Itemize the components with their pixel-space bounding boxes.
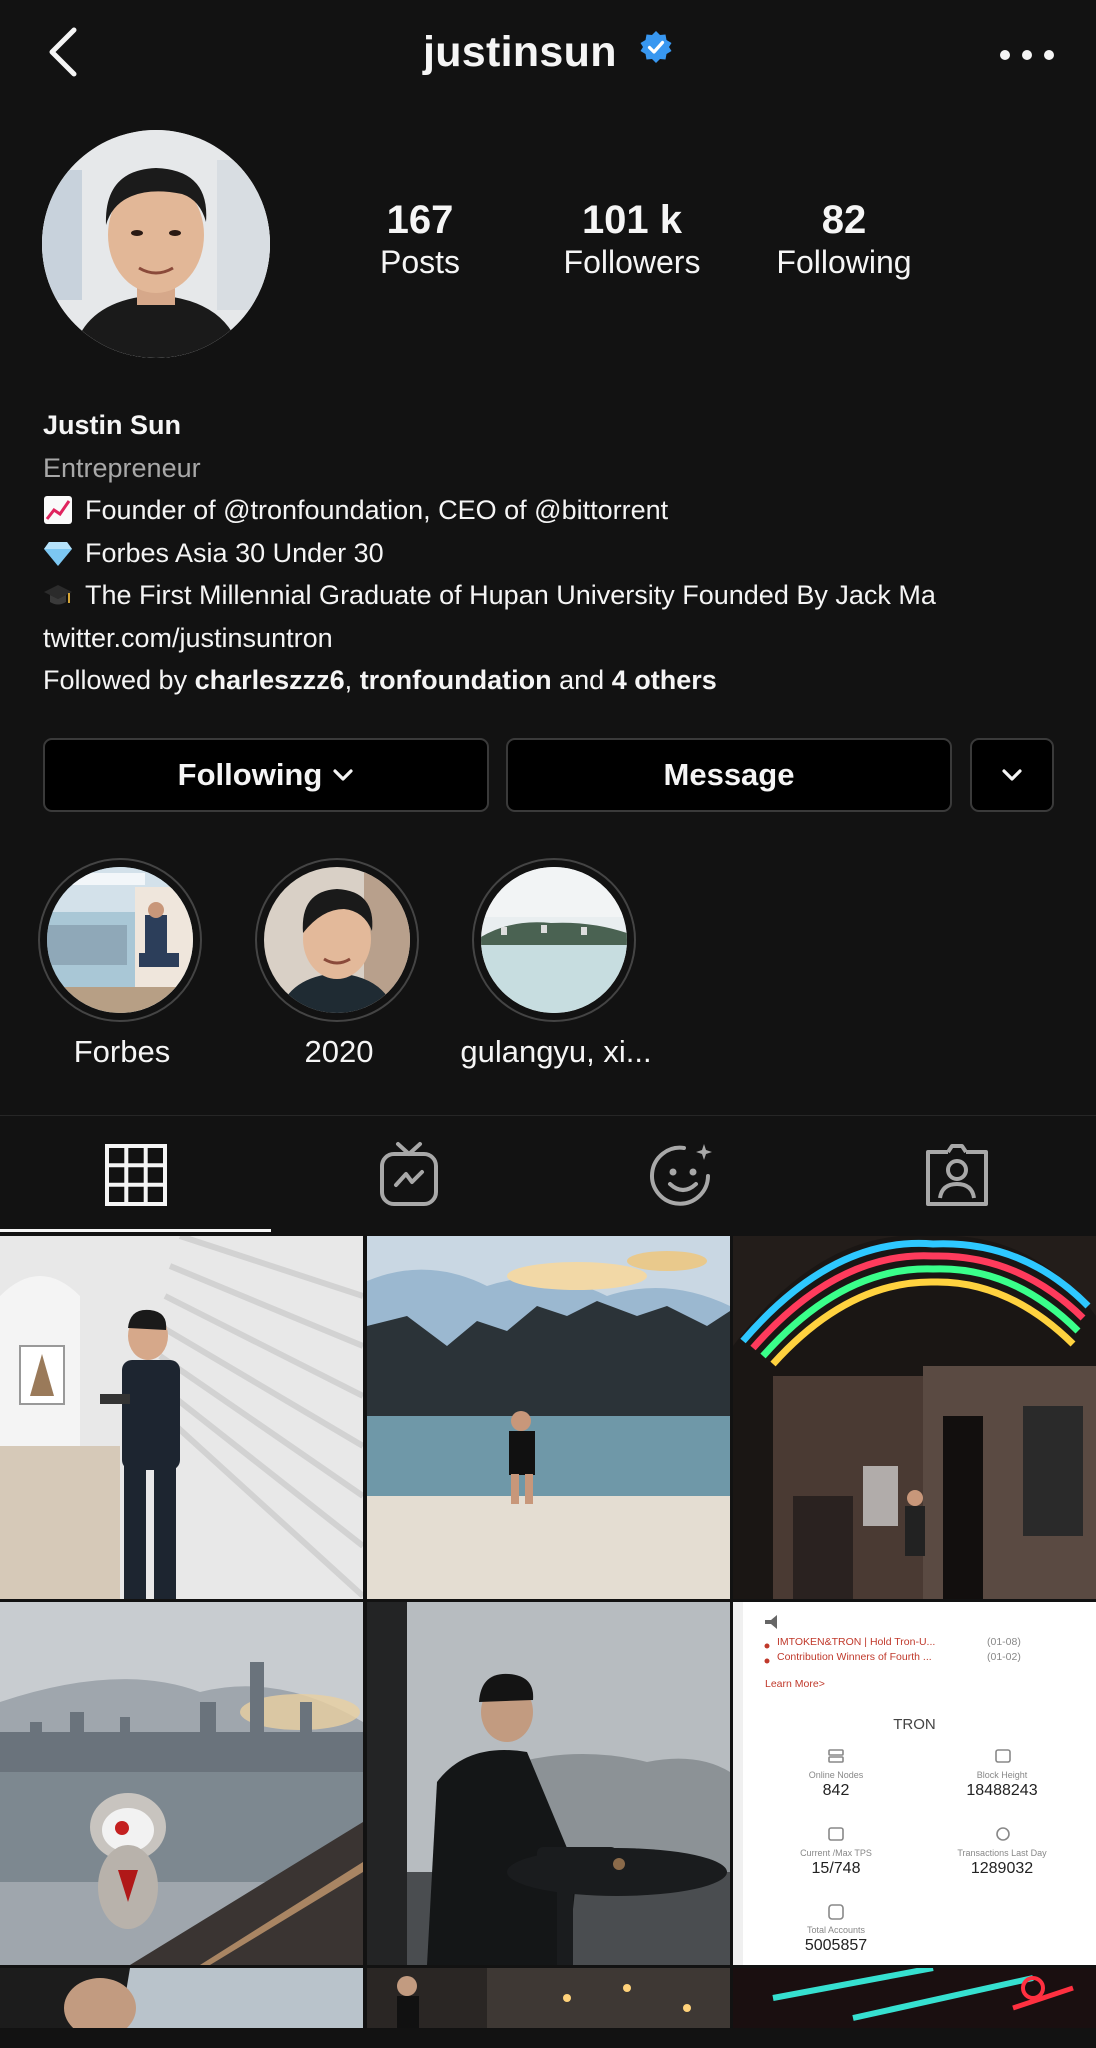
posts-grid: IMTOKEN&TRON | Hold Tron-U... (01-08) Co…: [0, 1236, 1096, 2028]
followed-by-others[interactable]: 4 others: [612, 665, 717, 695]
post-thumbnail[interactable]: [0, 1602, 363, 1965]
message-button[interactable]: Message: [506, 738, 952, 812]
post-thumbnail[interactable]: [366, 1236, 730, 1599]
active-tab-indicator: [0, 1229, 271, 1232]
followers-label: Followers: [563, 244, 701, 280]
tron-stat-label: Transactions Last Day: [957, 1848, 1047, 1858]
tron-stat-value: 842: [822, 1782, 850, 1799]
smiley-sparkle-icon: [650, 1144, 712, 1206]
following-count[interactable]: 82 Following: [764, 198, 924, 282]
bio-line: The First Millennial Graduate of Hupan U…: [43, 574, 1073, 617]
tron-stat-label: Online Nodes: [808, 1770, 864, 1780]
following-value: 82: [821, 198, 867, 242]
highlight-label: gulangyu, xi...: [460, 1034, 652, 1069]
followed-by[interactable]: Followed by charleszzz6, tronfoundation …: [43, 659, 1073, 702]
highlight-cover: [481, 867, 627, 1013]
gem-stone-emoji-icon: [43, 538, 73, 568]
profile-display-name: Justin Sun: [43, 410, 182, 440]
bio-line-text: Forbes Asia 30 Under 30: [85, 537, 384, 568]
post-thumbnail-tron-stats[interactable]: IMTOKEN&TRON | Hold Tron-U... (01-08) Co…: [733, 1602, 1096, 1965]
tab-reels-effects[interactable]: [648, 1140, 718, 1210]
tron-learn-more-link[interactable]: Learn More>: [765, 1678, 825, 1690]
tron-news-date: (01-02): [987, 1651, 1021, 1663]
highlight-item[interactable]: Forbes: [38, 858, 206, 1070]
posts-count[interactable]: 167 Posts: [360, 198, 480, 282]
tron-stat-label: Current /Max TPS: [800, 1848, 872, 1858]
profile-avatar[interactable]: [42, 130, 270, 358]
more-horizontal-icon: [1000, 50, 1010, 60]
profile-username: justinsun: [422, 28, 617, 76]
followers-value: 101 k: [581, 198, 683, 242]
posts-value: 167: [386, 198, 454, 242]
profile-bio: Justin Sun Entrepreneur Founder of @tron…: [43, 404, 1073, 702]
message-button-label: Message: [663, 757, 795, 792]
highlight-item[interactable]: 2020: [255, 858, 423, 1070]
tron-stat-value: 15/748: [811, 1860, 861, 1877]
following-button[interactable]: Following: [43, 738, 489, 812]
tron-title: TRON: [893, 1716, 936, 1733]
tron-stat-label: Block Height: [976, 1770, 1028, 1780]
profile-header: justinsun: [0, 28, 1096, 77]
tron-stat-label: Total Accounts: [806, 1925, 866, 1935]
post-thumbnail[interactable]: [0, 1968, 363, 2028]
chevron-down-icon: [1002, 769, 1022, 781]
highlight-cover: [264, 867, 410, 1013]
tron-news-item[interactable]: Contribution Winners of Fourth ...: [777, 1651, 932, 1663]
tron-stat-value: 5005857: [804, 1937, 868, 1954]
post-thumbnail[interactable]: [0, 1236, 363, 1599]
post-thumbnail[interactable]: [733, 1968, 1096, 2028]
tab-tagged[interactable]: [922, 1140, 992, 1210]
tron-stat-value: 18488243: [966, 1782, 1038, 1799]
bio-line-text: Founder of @tronfoundation, CEO of @bitt…: [85, 495, 669, 525]
following-button-label: Following: [177, 757, 323, 792]
post-thumbnail[interactable]: [366, 1968, 730, 2028]
followed-by-user[interactable]: tronfoundation: [360, 665, 552, 695]
grid-icon: [105, 1144, 167, 1206]
tabs-divider: [0, 1115, 1096, 1116]
following-label: Following: [776, 244, 912, 280]
verified-badge-icon: [639, 26, 673, 75]
tron-stat-value: 1289032: [970, 1860, 1034, 1877]
chart-increasing-emoji-icon: [43, 495, 73, 525]
tron-news-item[interactable]: IMTOKEN&TRON | Hold Tron-U...: [777, 1636, 935, 1648]
posts-label: Posts: [379, 244, 461, 280]
bio-link[interactable]: twitter.com/justinsuntron: [43, 617, 1073, 660]
tron-news-date: (01-08): [987, 1636, 1021, 1648]
suggested-accounts-button[interactable]: [970, 738, 1054, 812]
post-thumbnail[interactable]: [733, 1236, 1096, 1599]
bio-line-text: The First Millennial Graduate of Hupan U…: [85, 580, 936, 610]
highlight-cover: [47, 867, 193, 1013]
tab-posts-grid[interactable]: [101, 1140, 171, 1210]
post-thumbnail[interactable]: [366, 1602, 730, 1965]
graduation-cap-emoji-icon: [43, 580, 73, 610]
more-options-button[interactable]: [1000, 48, 1054, 62]
followed-by-user[interactable]: charleszzz6: [195, 665, 345, 695]
chevron-down-icon: [333, 769, 353, 781]
highlight-item[interactable]: gulangyu, xi...: [460, 858, 652, 1070]
igtv-icon: [380, 1142, 438, 1206]
profile-category: Entrepreneur: [43, 452, 201, 483]
tab-igtv[interactable]: [374, 1140, 444, 1210]
followers-count[interactable]: 101 k Followers: [552, 198, 712, 282]
tagged-person-icon: [926, 1144, 988, 1206]
bio-line: Forbes Asia 30 Under 30: [43, 532, 1073, 575]
bio-line: Founder of @tronfoundation, CEO of @bitt…: [43, 489, 1073, 532]
